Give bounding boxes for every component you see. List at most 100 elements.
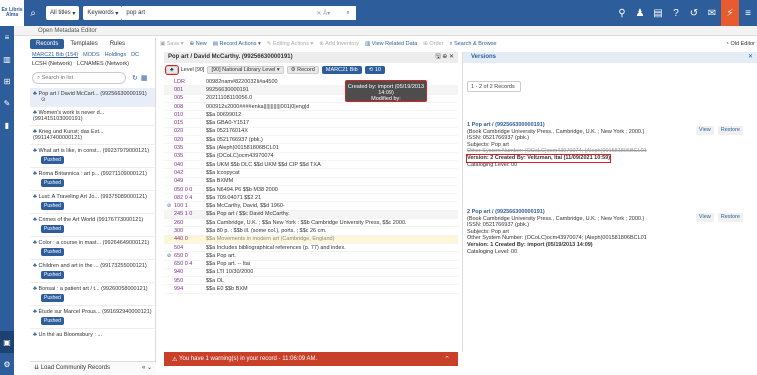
load-community-records[interactable]: ⇊ Load Community Records xyxy=(34,364,110,371)
warning-bar[interactable]: ⚠ You have 1 warning(s) in your record -… xyxy=(164,352,458,366)
marc-field-row[interactable]: ⊘ 650 0 $$a Pop art. xyxy=(164,252,458,261)
editing-actions-button[interactable]: ✎ Editing Actions ▾ xyxy=(267,41,314,47)
alerts-icon[interactable]: ⚡ xyxy=(721,0,739,26)
menu-icon[interactable]: ≡ xyxy=(0,26,14,48)
search-browse-button[interactable]: ⌕ Search & Browse xyxy=(449,41,496,48)
view-version-button[interactable]: View xyxy=(695,126,714,135)
old-editor-link[interactable]: ◔ Old Editor xyxy=(726,41,755,47)
clear-advanced[interactable]: ✕ Å▾ xyxy=(312,6,343,20)
list-item[interactable]: ♣ Un thé au Bloomsbury : ... (9917089100… xyxy=(30,329,155,338)
search-input[interactable]: pop art xyxy=(122,6,313,20)
view-version-button[interactable]: View xyxy=(695,213,714,222)
item-extra-icon[interactable]: ⊙ xyxy=(41,97,152,103)
marc-value[interactable]: $$a Includes bibliographical references … xyxy=(206,245,346,251)
marc-value[interactable]: $$a N6494.P6 $$b M38 2000 xyxy=(206,187,278,193)
marc-value[interactable]: $$a 052176014X xyxy=(206,128,248,134)
order-button[interactable]: ⊞ Order xyxy=(423,41,443,47)
restore-version-button[interactable]: Restore xyxy=(717,126,743,135)
marc-field-row[interactable]: 650 0 4 $$a Pop art. -- Itai xyxy=(164,261,458,269)
marc-value[interactable]: $$a 80 p. : $$b ill. (some col.), ports.… xyxy=(206,228,326,234)
tab-marc21[interactable]: MARC21 Bib (154) xyxy=(32,52,78,58)
marc-value[interactable]: $$a BXMM xyxy=(206,178,233,184)
history-icon[interactable]: ↺ xyxy=(685,8,703,19)
marc-field-row[interactable]: 260 $$a Cambridge, U.K. ; $$a New York : … xyxy=(164,219,458,228)
scope-select[interactable]: All titles ▾ xyxy=(46,6,80,20)
list-item[interactable]: ♣ Pop art / David McCart... (99256630000… xyxy=(30,88,155,107)
list-item[interactable]: ♣ Roma Britannica : art p... (9927110900… xyxy=(30,168,155,191)
marc-value[interactable]: $$a 00699012 xyxy=(206,112,241,118)
marc-value[interactable]: $$a 0521766937 (pbk.) xyxy=(206,137,263,143)
marc-field-row[interactable]: 050 0 0 $$a N6494.P6 $$b M38 2000 xyxy=(164,186,458,195)
tab-records[interactable]: Records xyxy=(30,39,65,49)
tab-mods[interactable]: MODS xyxy=(83,52,100,58)
marc-value[interactable]: $$a Pop art. -- Itai xyxy=(206,261,250,267)
acquisitions-icon[interactable]: ⊞ xyxy=(0,70,14,92)
list-item[interactable]: ♣ Crimes of the Art World (9917677300012… xyxy=(30,214,155,237)
expand-warnings-icon[interactable]: ⌃ xyxy=(444,355,450,363)
marc-value[interactable]: $$a Movements in modern art (Cambridge, … xyxy=(206,236,334,242)
field-select[interactable]: Keywords ▾ xyxy=(83,6,123,20)
tab-lcnames[interactable]: LCNAMES (Network) xyxy=(77,61,129,67)
marc-field-row[interactable]: 082 0 4 $$a 709.04071 $$2 21 xyxy=(164,194,458,203)
marc-value[interactable]: $$a UKM $$b DLC $$d UKM $$d CIP $$d TXA xyxy=(206,162,321,168)
record-header-icons[interactable]: 🖫 ⊕ ✕ xyxy=(435,52,454,63)
search-scope-icon[interactable]: ⌕ xyxy=(24,8,42,19)
authority-link-icon[interactable]: ⊘ xyxy=(164,253,174,259)
marc-value[interactable]: $$a Pop art. xyxy=(206,253,236,259)
refresh-icon[interactable]: ↻ xyxy=(132,74,138,82)
authority-link-icon[interactable]: ⊘ xyxy=(164,203,174,209)
marc-value[interactable]: $$a lccopycat xyxy=(206,170,240,176)
marc-field-row[interactable]: 300 $$a 80 p. : $$b ill. (some col.), por… xyxy=(164,227,458,236)
tab-rules[interactable]: Rules xyxy=(104,39,131,49)
collapse-icon[interactable]: « ⌄ xyxy=(142,364,152,371)
tab-lcsh[interactable]: LCSH (Network) xyxy=(32,61,72,67)
settings-icon[interactable]: ⚙ xyxy=(0,353,14,375)
help-icon[interactable]: ? xyxy=(667,8,685,19)
list-item[interactable]: ♣ Étude sur Marcel Prous... (99169294000… xyxy=(30,306,155,329)
tab-holdings[interactable]: Holdings xyxy=(105,52,126,58)
versions-badge[interactable]: ⟲ 10 xyxy=(364,65,385,74)
view-related-button[interactable]: ▥ View Related Data xyxy=(365,41,417,47)
catalog-icon[interactable]: ▥ xyxy=(0,48,14,70)
restore-version-button[interactable]: Restore xyxy=(717,213,743,222)
record-actions-button[interactable]: ▤ Record Actions ▾ xyxy=(213,41,261,47)
marc-value[interactable]: 99256630000191 xyxy=(206,87,249,93)
new-button[interactable]: ⊕ New xyxy=(190,41,207,47)
marc-value[interactable]: $$a (OCoLC)ocm43970074 xyxy=(206,153,274,159)
marc-field-row[interactable]: ⊘ 100 1 $$a McCarthy, David, $$d 1960- xyxy=(164,202,458,211)
tab-dc[interactable]: DC xyxy=(131,52,139,58)
marc-value[interactable]: $$a McCarthy, David, $$d 1960- xyxy=(206,203,285,209)
marc-value[interactable]: $$a GBA0-Y1517 xyxy=(206,120,249,126)
marc-field-row[interactable]: 994 $$a E0 $$b BXM xyxy=(164,285,458,294)
record-button[interactable]: ⚙ Record xyxy=(286,65,319,74)
marc-field-row[interactable]: 440 0 $$a Movements in modern art (Cambri… xyxy=(164,235,458,244)
marc-field-row[interactable]: 950 $$a OL xyxy=(164,277,458,286)
marc-value[interactable]: $$a E0 $$b BXM xyxy=(206,286,248,292)
tab-templates[interactable]: Templates xyxy=(64,39,103,49)
marc-value[interactable]: $$a (Aleph)001581806BCL01 xyxy=(206,145,279,151)
list-item[interactable]: ♣ What art is like, in const... (9923797… xyxy=(30,145,155,168)
list-item[interactable]: ♣ Children and art in the ... (991732550… xyxy=(30,260,155,283)
marc-field-row[interactable]: 940 $$a LTI 10/30/2000 xyxy=(164,269,458,278)
list-item[interactable]: ♣ Krieg und Kunst; das Ext... (991147400… xyxy=(30,126,155,145)
marc-field-row[interactable]: 035 $$a (Aleph)001581806BCL01 xyxy=(164,144,458,153)
user-icon[interactable]: ♟ xyxy=(631,8,649,19)
menu-icon[interactable]: ≡ xyxy=(739,8,757,19)
marc-value[interactable]: $$a Pop art / $$c David McCarthy. xyxy=(206,211,290,217)
list-item[interactable]: ♣ Color : a course in mast... (992646490… xyxy=(30,237,155,260)
marc-value[interactable]: $$a Cambridge, U.K. ; $$a New York : $$b… xyxy=(206,220,407,226)
marc-field-row[interactable]: 040 $$a UKM $$b DLC $$d UKM $$d CIP $$d T… xyxy=(164,161,458,170)
notifications-icon[interactable]: ✉ xyxy=(703,8,721,19)
list-search-input[interactable]: ⌕ Search in list xyxy=(32,72,126,84)
filter-icon[interactable]: ▦ xyxy=(141,74,148,82)
marc-value[interactable]: 00982nam#8220032Ii#a4500 xyxy=(206,79,278,85)
marc-value[interactable]: $$a OL xyxy=(206,278,224,284)
list-item[interactable]: ♣ Lust: A Traveling Art Jo... (993750890… xyxy=(30,191,155,214)
tasks-icon[interactable]: ▤ xyxy=(649,8,667,19)
metadata-editor-icon[interactable]: ▣ xyxy=(0,331,14,353)
marc-field-row[interactable]: 035 $$a (OCoLC)ocm43970074 xyxy=(164,153,458,161)
add-inventory-button[interactable]: ⊕ Add Inventory xyxy=(319,41,359,47)
marc-field-row[interactable]: 245 1 0 $$a Pop art / $$c David McCarthy. xyxy=(164,210,458,220)
record-type-icon[interactable]: ♣ xyxy=(165,64,179,75)
search-submit-icon[interactable]: ⌕ xyxy=(342,6,357,20)
